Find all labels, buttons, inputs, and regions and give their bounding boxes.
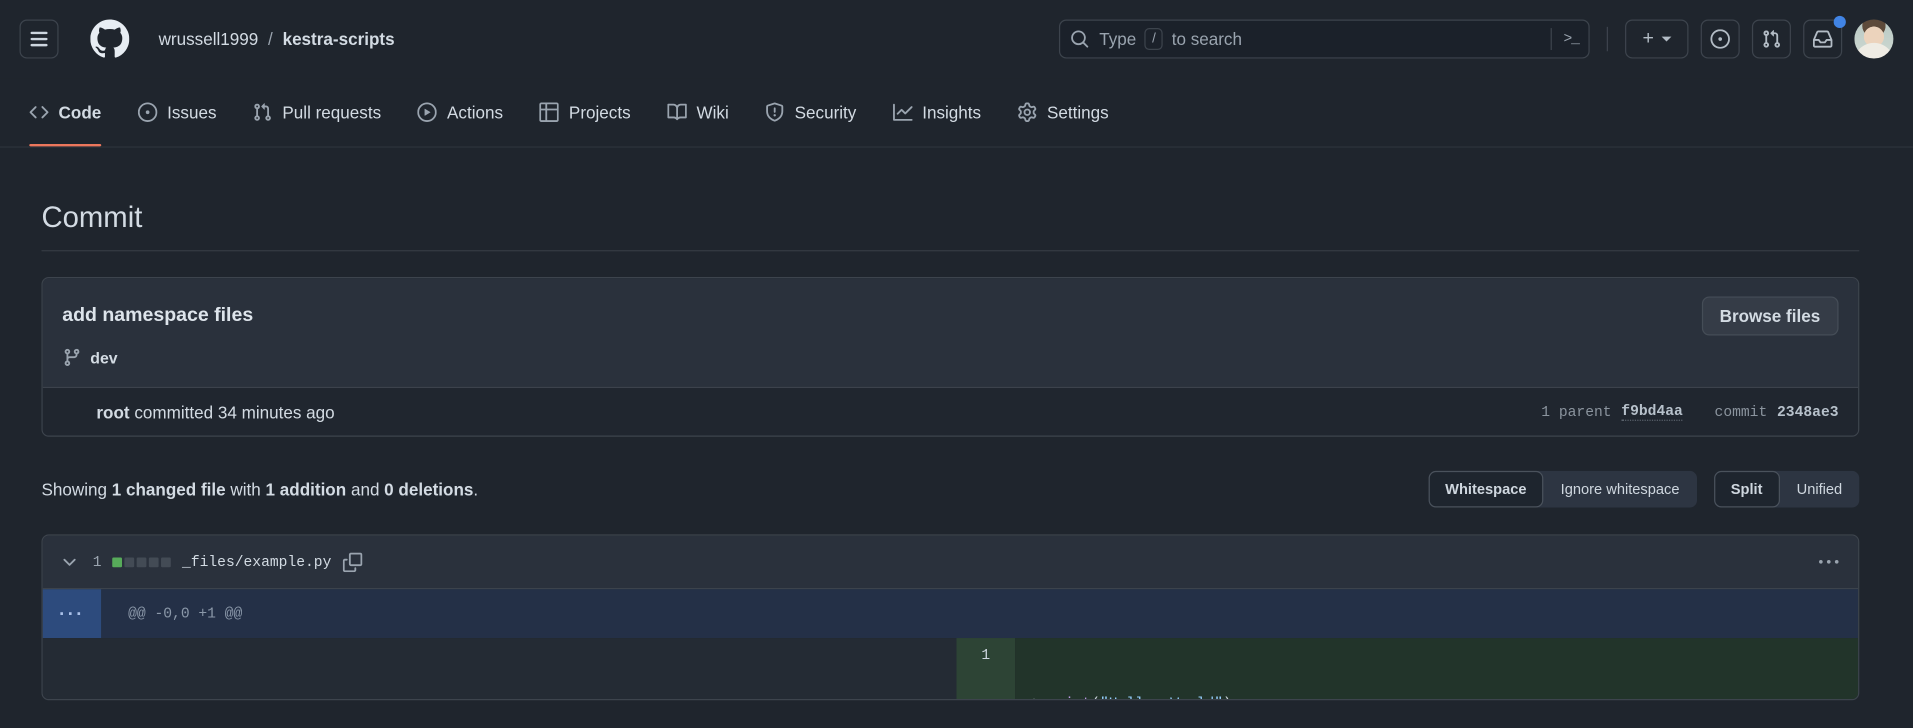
tab-insights[interactable]: Insights [883, 78, 991, 146]
changed-lines-count: 1 [93, 553, 102, 570]
commit-author[interactable]: root [96, 402, 129, 422]
tab-security[interactable]: Security [756, 78, 867, 146]
tab-wiki[interactable]: Wiki [657, 78, 738, 146]
hunk-row: ··· @@ -0,0 +1 @@ [43, 589, 1858, 638]
app-header: wrussell1999 / kestra-scripts Type / to … [0, 0, 1913, 78]
parent-sha-link[interactable]: f9bd4aa [1621, 403, 1683, 421]
code-icon [29, 102, 49, 122]
chevron-down-icon [1661, 37, 1671, 42]
git-pull-request-icon [1762, 29, 1782, 49]
tab-pull-requests[interactable]: Pull requests [243, 78, 391, 146]
repo-nav: Code Issues Pull requests Actions Projec… [0, 78, 1913, 148]
added-code-line[interactable]: + print("Hello, World") [1015, 638, 1858, 699]
diff-empty-side [43, 638, 957, 699]
view-mode-control: Split Unified [1714, 471, 1860, 508]
split-view-button[interactable]: Split [1714, 471, 1780, 508]
github-logo-icon[interactable] [90, 20, 129, 59]
main-content: Commit add namespace files Browse files … [41, 196, 1859, 700]
git-pull-request-icon [253, 102, 273, 122]
diffstat-icon [112, 557, 171, 567]
whitespace-control: Whitespace Ignore whitespace [1428, 471, 1697, 508]
page: wrussell1999 / kestra-scripts Type / to … [0, 0, 1913, 728]
code-text: + print("Hello, World") [1030, 692, 1858, 701]
diff-file-box: 1 _files/example.py ··· @@ -0,0 +1 @@ [41, 534, 1859, 700]
table-icon [540, 102, 560, 122]
diff-toolbar: Showing 1 changed file with 1 addition a… [41, 471, 1859, 508]
breadcrumb-separator: / [268, 29, 273, 49]
breadcrumb: wrussell1999 / kestra-scripts [159, 29, 395, 49]
plus-icon: + [1643, 28, 1654, 50]
gear-icon [1018, 102, 1038, 122]
ignore-whitespace-button[interactable]: Ignore whitespace [1544, 471, 1697, 508]
header-actions: Type / to search >_ + [1059, 20, 1893, 59]
inbox-icon [1813, 29, 1833, 49]
commit-meta-row: root committed 34 minutes ago 1 parent f… [43, 387, 1858, 436]
expand-hunk-button[interactable]: ··· [43, 589, 102, 638]
tab-projects[interactable]: Projects [530, 78, 641, 146]
committed-time: committed 34 minutes ago [130, 402, 335, 422]
tab-code[interactable]: Code [20, 78, 112, 146]
tab-issues[interactable]: Issues [128, 78, 226, 146]
graph-icon [893, 102, 913, 122]
browse-files-button[interactable]: Browse files [1701, 296, 1838, 335]
collapse-file-button[interactable] [57, 550, 81, 574]
pull-requests-button[interactable] [1752, 20, 1791, 59]
branch-name[interactable]: dev [90, 348, 117, 366]
book-icon [667, 102, 687, 122]
breadcrumb-owner-link[interactable]: wrussell1999 [159, 29, 259, 49]
breadcrumb-repo-link[interactable]: kestra-scripts [283, 29, 395, 49]
user-avatar[interactable] [1854, 20, 1893, 59]
notification-dot [1834, 16, 1846, 28]
unified-view-button[interactable]: Unified [1780, 471, 1860, 508]
git-branch-icon [62, 348, 82, 368]
whitespace-button[interactable]: Whitespace [1428, 471, 1544, 508]
hunk-header: @@ -0,0 +1 @@ [101, 589, 1858, 638]
issues-button[interactable] [1701, 20, 1740, 59]
chevron-down-icon [60, 552, 80, 572]
hamburger-menu-button[interactable] [20, 20, 59, 59]
commit-box: add namespace files Browse files dev roo… [41, 277, 1859, 437]
search-divider [1550, 28, 1551, 50]
search-placeholder-suffix: to search [1172, 29, 1242, 49]
commit-sha: 2348ae3 [1777, 403, 1839, 420]
diff-filename[interactable]: _files/example.py [182, 553, 331, 570]
kebab-horizontal-icon[interactable] [1814, 547, 1843, 576]
issue-opened-icon [1710, 29, 1730, 49]
search-input[interactable]: Type / to search >_ [1059, 20, 1590, 59]
shield-icon [765, 102, 785, 122]
diff-summary: Showing 1 changed file with 1 addition a… [41, 479, 478, 499]
diff-file-header: 1 _files/example.py [43, 536, 1858, 590]
copy-icon[interactable] [342, 552, 362, 572]
commit-message: add namespace files [62, 296, 253, 335]
commit-label: commit [1715, 403, 1768, 420]
tab-actions[interactable]: Actions [408, 78, 513, 146]
inbox-button[interactable] [1803, 20, 1842, 59]
title-divider [41, 250, 1859, 251]
tab-settings[interactable]: Settings [1008, 78, 1119, 146]
issue-opened-icon [138, 102, 158, 122]
header-divider [1607, 27, 1608, 51]
slash-key-hint: / [1145, 28, 1163, 50]
line-number[interactable]: 1 [956, 638, 1015, 699]
commit-box-header: add namespace files Browse files dev [43, 278, 1858, 387]
command-palette-icon[interactable]: >_ [1564, 31, 1579, 48]
diff-split-row: 1 + print("Hello, World") [43, 638, 1858, 699]
parent-label: 1 parent [1541, 403, 1611, 420]
page-title: Commit [41, 196, 1859, 240]
play-icon [418, 102, 438, 122]
create-new-button[interactable]: + [1625, 20, 1688, 59]
search-placeholder-prefix: Type [1099, 29, 1136, 49]
search-icon [1070, 29, 1090, 49]
